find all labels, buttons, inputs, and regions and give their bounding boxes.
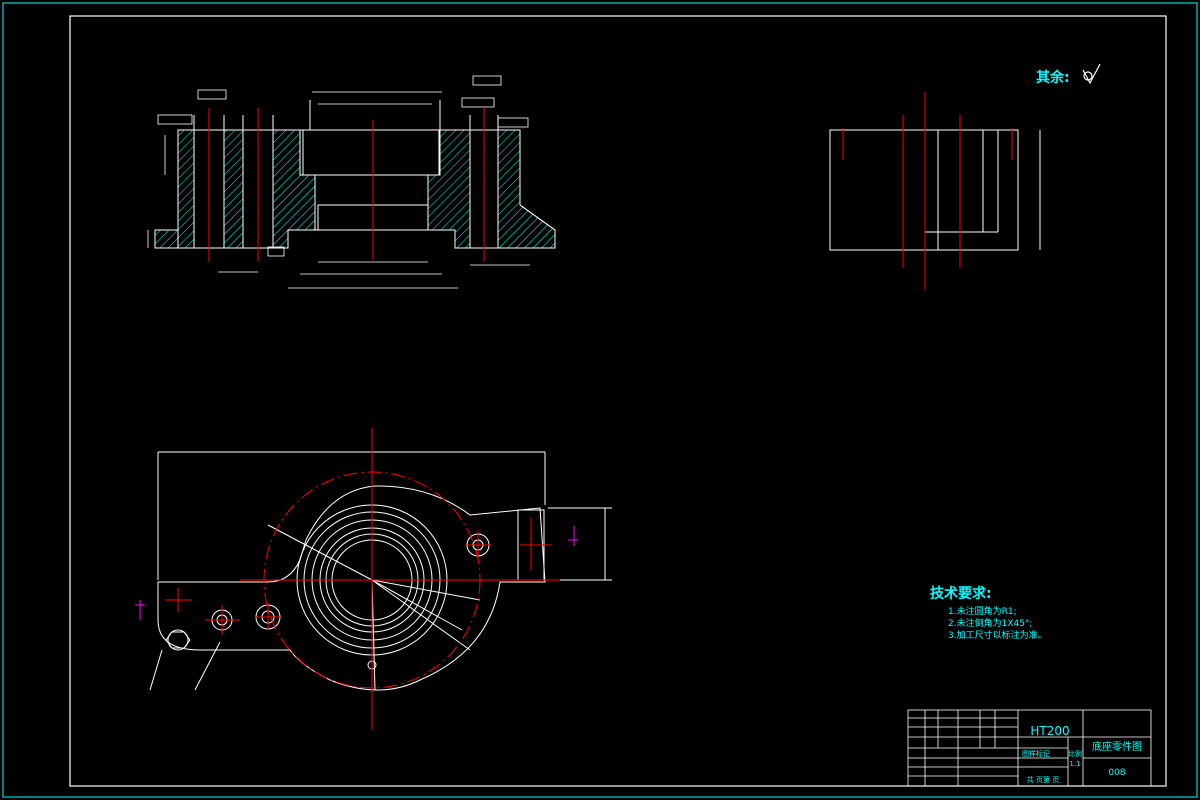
roughness-check-icon <box>1082 63 1101 85</box>
plan-view <box>149 451 612 691</box>
section-view <box>154 100 556 249</box>
flange-left <box>154 229 179 249</box>
material-label: HT200 <box>1030 724 1069 738</box>
drawing-canvas: 其余: 技术要求: 1.未注圆角为R1; 2.未注倒角为1X45°; 3.加工尺… <box>2 2 1198 798</box>
tech-requirement-item: 2.未注倒角为1X45°; <box>948 617 1032 629</box>
surface-note-label: 其余: <box>1036 69 1070 86</box>
tech-requirement-item: 3.加工尺寸以标注为准。 <box>948 629 1047 641</box>
sheet-count: 共 页第 页 <box>1027 775 1059 784</box>
side-view <box>829 129 1041 251</box>
scale-label: 比例 <box>1068 749 1082 758</box>
scale-value: 1:1 <box>1069 760 1080 768</box>
drawing-number: 008 <box>1108 768 1125 778</box>
tech-requirement-item: 1.未注圆角为R1; <box>948 605 1017 617</box>
part-name: 底座零件图 <box>1092 740 1142 753</box>
stage-label: 图样标记 <box>1022 749 1050 758</box>
outer-border <box>2 2 1198 798</box>
tech-requirements-title: 技术要求: <box>930 585 992 602</box>
